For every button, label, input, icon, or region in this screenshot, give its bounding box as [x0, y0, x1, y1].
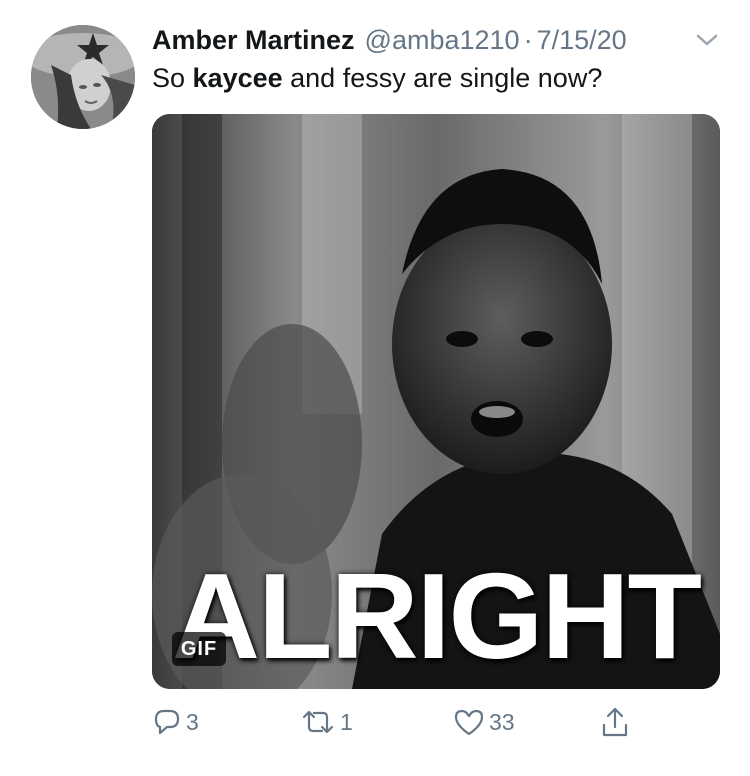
reply-button[interactable]: 3 [152, 700, 199, 744]
tweet-text: So kaycee and fessy are single now? [152, 60, 602, 96]
tweet-text-suffix: and fessy are single now? [282, 63, 603, 93]
avatar-image [31, 25, 135, 129]
gif-badge: GIF [172, 632, 226, 666]
retweet-icon [302, 710, 334, 734]
tweet-date[interactable]: 7/15/20 [537, 22, 627, 58]
reply-icon [154, 709, 180, 735]
separator-dot: · [523, 25, 533, 55]
gif-media[interactable]: ALRIGHT GIF [152, 114, 720, 689]
tweet-header: Amber Martinez @amba1210 · 7/15/20 [152, 22, 627, 58]
heart-icon [454, 709, 484, 736]
chevron-down-icon[interactable] [694, 30, 720, 50]
share-button[interactable] [600, 700, 630, 744]
display-name[interactable]: Amber Martinez [152, 22, 355, 58]
tweet-text-bold: kaycee [192, 63, 283, 93]
user-handle[interactable]: @amba1210 [365, 22, 520, 58]
like-button[interactable]: 33 [453, 700, 515, 744]
reply-count: 3 [186, 709, 199, 735]
like-count: 33 [489, 709, 515, 735]
retweet-button[interactable]: 1 [300, 700, 353, 744]
avatar[interactable] [31, 25, 135, 129]
tweet[interactable]: Amber Martinez @amba1210 · 7/15/20 So ka… [0, 0, 750, 776]
tweet-actions: 3 1 33 [0, 700, 750, 744]
tweet-text-prefix: So [152, 63, 193, 93]
retweet-count: 1 [340, 709, 353, 735]
gif-caption: ALRIGHT [171, 548, 702, 684]
share-icon [602, 707, 628, 737]
